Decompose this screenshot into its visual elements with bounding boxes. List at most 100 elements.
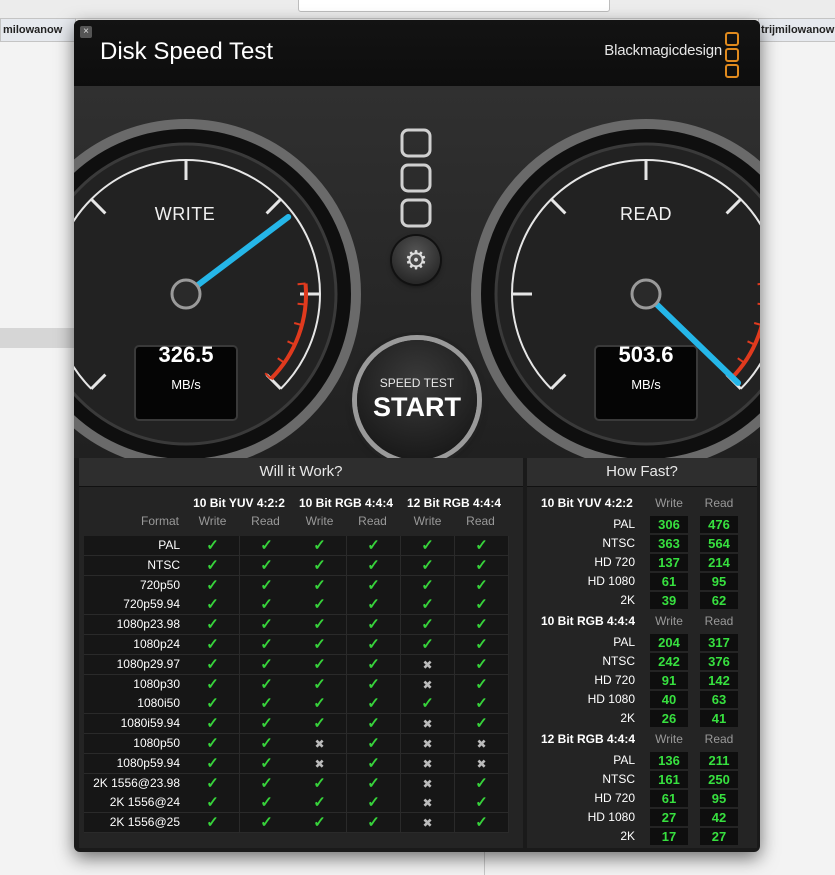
hf-write-value: 26 <box>650 710 688 727</box>
browser-address-field[interactable] <box>298 0 610 12</box>
wiw-row-format: 720p59.94 <box>123 597 180 612</box>
hf-row-label: PAL <box>613 753 635 767</box>
check-icon: ✓ <box>455 674 509 695</box>
check-icon: ✓ <box>347 694 401 715</box>
hf-row-label: NTSC <box>602 654 635 668</box>
wiw-row-format: NTSC <box>147 557 180 572</box>
hf-column-write: Write <box>655 732 683 746</box>
slot-icon <box>400 128 432 158</box>
check-icon: ✓ <box>240 813 294 834</box>
check-icon: ✓ <box>240 674 294 695</box>
check-icon: ✓ <box>186 753 240 774</box>
hf-read-value: 142 <box>700 672 738 689</box>
hf-row-label: HD 1080 <box>587 574 635 588</box>
check-icon: ✓ <box>347 595 401 616</box>
how-fast-title: How Fast? <box>527 458 757 487</box>
cross-icon: ✖ <box>401 813 455 834</box>
cross-icon: ✖ <box>401 753 455 774</box>
check-icon: ✓ <box>240 615 294 636</box>
check-icon: ✓ <box>347 555 401 576</box>
wiw-column-read: Read <box>466 514 495 528</box>
wiw-row: PAL ✓ ✓ ✓ ✓ ✓ ✓ <box>79 536 523 556</box>
wiw-row-format: 720p50 <box>139 577 180 592</box>
hf-write-value: 242 <box>650 653 688 670</box>
check-icon: ✓ <box>240 575 294 596</box>
check-icon: ✓ <box>347 753 401 774</box>
hf-write-value: 61 <box>650 790 688 807</box>
cross-icon: ✖ <box>293 753 347 774</box>
check-icon: ✓ <box>240 694 294 715</box>
wiw-row-format: 1080i59.94 <box>120 716 180 731</box>
start-button[interactable]: SPEED TEST START <box>357 340 477 460</box>
title-bar[interactable]: × Disk Speed Test Blackmagicdesign <box>74 20 760 86</box>
check-icon: ✓ <box>455 694 509 715</box>
wiw-row: 2K 1556@25 ✓ ✓ ✓ ✓ ✖ ✓ <box>79 813 523 834</box>
check-icon: ✓ <box>455 654 509 675</box>
check-icon: ✓ <box>401 595 455 616</box>
hf-row-label: HD 720 <box>594 555 635 569</box>
hf-column-read: Read <box>704 614 734 628</box>
wiw-row-format: 1080p24 <box>133 637 180 651</box>
check-icon: ✓ <box>347 674 401 695</box>
check-icon: ✓ <box>347 654 401 675</box>
wiw-row-format: 1080p30 <box>133 676 180 691</box>
gear-icon: ⚙ <box>404 245 428 275</box>
wiw-row: 1080p23.98 ✓ ✓ ✓ ✓ ✓ ✓ <box>79 615 523 636</box>
hf-row-label: HD 1080 <box>587 810 635 824</box>
background-tab-right[interactable]: trijmilowanow <box>758 18 835 42</box>
cross-icon: ✖ <box>455 734 509 754</box>
brand-logo-icon <box>725 32 739 80</box>
read-gauge-danger-tick <box>757 283 760 286</box>
wiw-row-format: 1080p59.94 <box>116 755 180 770</box>
write-gauge-value: 326.5 <box>158 342 214 367</box>
hf-write-value: 363 <box>650 535 688 552</box>
check-icon: ✓ <box>186 793 240 814</box>
background-tab-left[interactable]: milowanow <box>0 18 76 42</box>
check-icon: ✓ <box>347 635 401 655</box>
check-icon: ✓ <box>455 813 509 834</box>
hf-read-value: 564 <box>700 535 738 552</box>
check-icon: ✓ <box>186 635 240 655</box>
hf-row-label: PAL <box>613 635 635 649</box>
check-icon: ✓ <box>347 575 401 596</box>
hf-write-value: 39 <box>650 592 688 609</box>
cross-icon: ✖ <box>401 793 455 814</box>
check-icon: ✓ <box>347 773 401 794</box>
hf-read-value: 62 <box>700 592 738 609</box>
check-icon: ✓ <box>401 555 455 576</box>
hf-read-value: 95 <box>700 790 738 807</box>
check-icon: ✓ <box>455 536 509 556</box>
read-gauge-hub <box>630 278 662 310</box>
wiw-column-group: 12 Bit RGB 4:4:4 <box>406 496 502 510</box>
wiw-row: 1080p50 ✓ ✓ ✖ ✓ ✖ ✖ <box>79 734 523 754</box>
check-icon: ✓ <box>455 575 509 596</box>
check-icon: ✓ <box>293 773 347 794</box>
hf-column-write: Write <box>655 496 683 510</box>
close-button[interactable]: × <box>80 26 92 38</box>
check-icon: ✓ <box>293 654 347 675</box>
hf-write-value: 137 <box>650 554 688 571</box>
write-gauge-unit: MB/s <box>171 377 201 392</box>
check-icon: ✓ <box>240 536 294 556</box>
hf-row-label: NTSC <box>602 536 635 550</box>
hf-row-label: HD 720 <box>594 791 635 805</box>
check-icon: ✓ <box>455 595 509 616</box>
read-gauge-danger-tick <box>757 302 760 305</box>
hf-column-read: Read <box>704 496 734 510</box>
check-icon: ✓ <box>347 813 401 834</box>
cross-icon: ✖ <box>401 674 455 695</box>
how-fast-panel: How Fast? 10 Bit YUV 4:2:2 Write Read PAL 30… <box>527 458 757 848</box>
check-icon: ✓ <box>293 615 347 636</box>
check-icon: ✓ <box>186 575 240 596</box>
wiw-row-format: 1080p29.97 <box>116 656 180 671</box>
check-icon: ✓ <box>240 773 294 794</box>
hf-row-label: 2K <box>620 711 635 725</box>
settings-button[interactable]: ⚙ <box>392 236 440 284</box>
wiw-row: 1080p29.97 ✓ ✓ ✓ ✓ ✖ ✓ <box>79 654 523 675</box>
hf-read-value: 211 <box>700 752 738 769</box>
write-gauge-danger-tick <box>297 282 306 286</box>
check-icon: ✓ <box>240 654 294 675</box>
check-icon: ✓ <box>293 694 347 715</box>
wiw-row-format: 2K 1556@24 <box>109 795 180 810</box>
read-gauge-label: READ <box>619 204 672 224</box>
